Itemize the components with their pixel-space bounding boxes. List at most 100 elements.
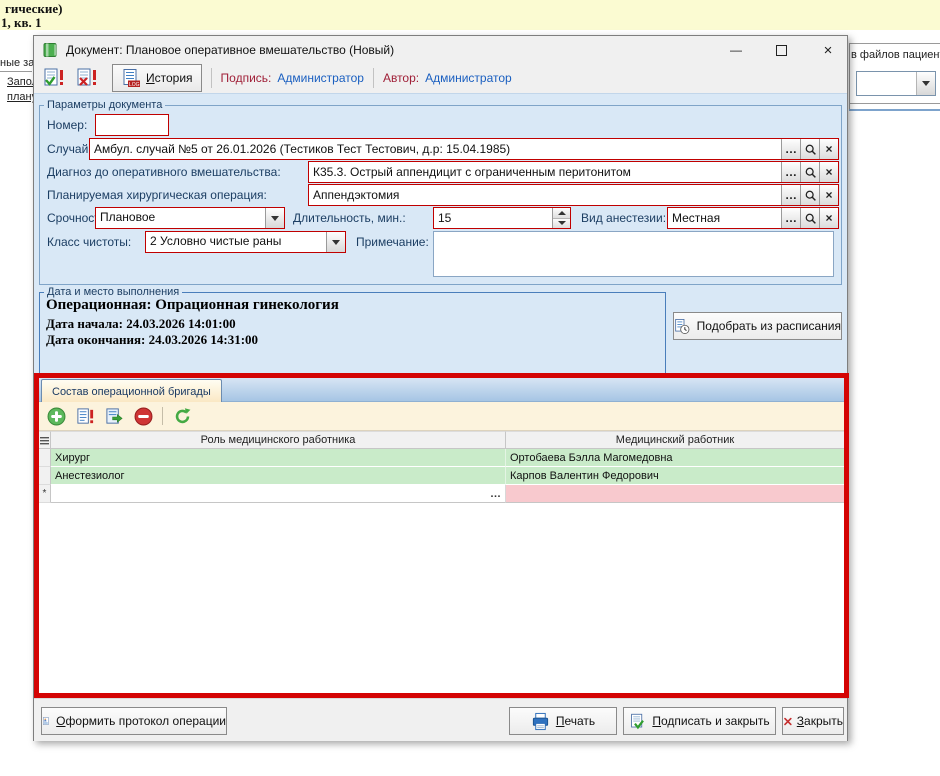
- history-button[interactable]: LOG История: [112, 64, 202, 92]
- delete-row-button[interactable]: [133, 406, 153, 426]
- pick-from-schedule-button[interactable]: Подобрать из расписания: [673, 312, 842, 340]
- sign-and-close-button[interactable]: Подписать и закрыть: [623, 707, 776, 735]
- make-protocol-button[interactable]: Оформить протокол операции: [41, 707, 227, 735]
- document-check-icon: [43, 67, 65, 89]
- worker-cell[interactable]: Ортобаева Бэлла Магомедовна: [506, 449, 844, 467]
- sign-document-button[interactable]: [40, 65, 67, 91]
- column-header-role[interactable]: Роль медицинского работника: [51, 431, 506, 449]
- row-marker-header[interactable]: [39, 431, 51, 449]
- insert-row-button[interactable]: [104, 406, 124, 426]
- start-date-line: Дата начала: 24.03.2026 14:01:00: [46, 316, 236, 332]
- search-icon: [804, 143, 817, 156]
- edit-document-icon: [76, 407, 95, 426]
- new-role-cell[interactable]: …: [51, 485, 506, 503]
- table-row[interactable]: Анестезиолог Карпов Валентин Федорович: [39, 467, 844, 485]
- svg-text:LOG: LOG: [129, 82, 140, 88]
- case-clear-button[interactable]: ×: [819, 139, 838, 159]
- operation-label: Планируемая хирургическая операция:: [47, 188, 267, 202]
- spin-down-button[interactable]: [553, 219, 570, 229]
- anesthesia-clear-button[interactable]: ×: [819, 208, 838, 228]
- purity-class-label: Класс чистоты:: [47, 235, 131, 249]
- close-button-label: Закрыть: [797, 714, 843, 728]
- maximize-button[interactable]: [767, 39, 795, 61]
- case-ellipsis-button[interactable]: …: [781, 139, 800, 159]
- operation-ellipsis-button[interactable]: …: [781, 185, 800, 205]
- operation-clear-button[interactable]: ×: [819, 185, 838, 205]
- add-row-button[interactable]: [46, 406, 66, 426]
- urgency-dropdown[interactable]: Плановое: [95, 207, 285, 229]
- background-files-combobox[interactable]: [856, 71, 936, 96]
- purity-class-dropdown[interactable]: 2 Условно чистые раны: [145, 231, 346, 253]
- close-icon: ×: [824, 43, 833, 58]
- add-plus-icon: [47, 407, 66, 426]
- diagnosis-input[interactable]: [309, 162, 781, 182]
- table-header-row: Роль медицинского работника Медицинский …: [39, 431, 844, 449]
- team-tabstrip: Состав операционной бригады: [39, 378, 844, 402]
- duration-label: Длительность, мин.:: [293, 211, 406, 225]
- search-icon: [804, 189, 817, 202]
- role-cell[interactable]: Анестезиолог: [51, 467, 506, 485]
- diagnosis-label: Диагноз до оперативного вмешательства:: [47, 165, 281, 179]
- background-panel-edge-top: [849, 43, 940, 44]
- edit-row-button[interactable]: [75, 406, 95, 426]
- background-combobox-dropdown-button[interactable]: [916, 72, 935, 95]
- table-row[interactable]: Хирург Ортобаева Бэлла Магомедовна: [39, 449, 844, 467]
- new-worker-cell[interactable]: [506, 485, 844, 503]
- worker-cell[interactable]: Карпов Валентин Федорович: [506, 467, 844, 485]
- tab-surgical-team[interactable]: Состав операционной бригады: [41, 379, 222, 403]
- urgency-value: Плановое: [96, 208, 265, 228]
- row-marker: [39, 449, 51, 467]
- document-book-icon: [42, 42, 58, 58]
- duration-spinner: [433, 207, 571, 229]
- note-textarea[interactable]: [433, 231, 834, 277]
- print-button-label: Печать: [556, 714, 595, 728]
- minimize-button[interactable]: —: [722, 39, 750, 61]
- sign-check-icon: [629, 713, 646, 730]
- diagnosis-lookup-field: … ×: [308, 161, 839, 183]
- pick-from-schedule-label: Подобрать из расписания: [697, 319, 841, 333]
- cell-ellipsis-button[interactable]: …: [490, 488, 501, 500]
- history-log-icon: LOG: [121, 68, 141, 88]
- background-divider-3: [849, 109, 940, 111]
- make-protocol-label: Оформить протокол операции: [56, 714, 226, 728]
- clear-x-icon: ×: [825, 211, 832, 225]
- purity-dropdown-button[interactable]: [326, 232, 345, 252]
- anesthesia-input[interactable]: [668, 208, 781, 228]
- background-divider: [0, 71, 32, 72]
- ellipsis-icon: …: [785, 165, 797, 179]
- duration-spin-buttons: [552, 208, 570, 228]
- anesthesia-ellipsis-button[interactable]: …: [781, 208, 800, 228]
- operation-search-button[interactable]: [800, 185, 819, 205]
- close-x-icon: [783, 714, 793, 729]
- column-header-worker[interactable]: Медицинский работник: [506, 431, 844, 449]
- diagnosis-ellipsis-button[interactable]: …: [781, 162, 800, 182]
- background-files-label: в файлов пациента: [851, 49, 940, 61]
- table-new-row[interactable]: * …: [39, 485, 844, 503]
- maximize-icon: [776, 45, 787, 56]
- spin-up-button[interactable]: [553, 208, 570, 219]
- diagnosis-clear-button[interactable]: ×: [819, 162, 838, 182]
- dialog-footer: Оформить протокол операции Печать Подпис…: [34, 698, 847, 741]
- anesthesia-lookup-field: … ×: [667, 207, 839, 229]
- minimize-icon: —: [730, 43, 742, 57]
- search-icon: [804, 166, 817, 179]
- operating-room-line: Операционная: Опрационная гинекология: [46, 297, 339, 314]
- new-row-marker: *: [39, 485, 51, 503]
- team-table: Роль медицинского работника Медицинский …: [39, 431, 844, 503]
- case-search-button[interactable]: [800, 139, 819, 159]
- diagnosis-search-button[interactable]: [800, 162, 819, 182]
- role-cell[interactable]: Хирург: [51, 449, 506, 467]
- print-button[interactable]: Печать: [509, 707, 617, 735]
- remove-signature-button[interactable]: [73, 65, 100, 91]
- case-input[interactable]: [90, 139, 781, 159]
- anesthesia-search-button[interactable]: [800, 208, 819, 228]
- end-date-line: Дата окончания: 24.03.2026 14:31:00: [46, 332, 258, 348]
- ellipsis-icon: …: [785, 142, 797, 156]
- refresh-button[interactable]: [172, 406, 192, 426]
- close-button[interactable]: Закрыть: [782, 707, 844, 735]
- urgency-dropdown-button[interactable]: [265, 208, 284, 228]
- number-input[interactable]: [95, 114, 169, 136]
- close-window-button[interactable]: ×: [814, 39, 842, 61]
- operation-input[interactable]: [309, 185, 781, 205]
- duration-input[interactable]: [434, 208, 552, 228]
